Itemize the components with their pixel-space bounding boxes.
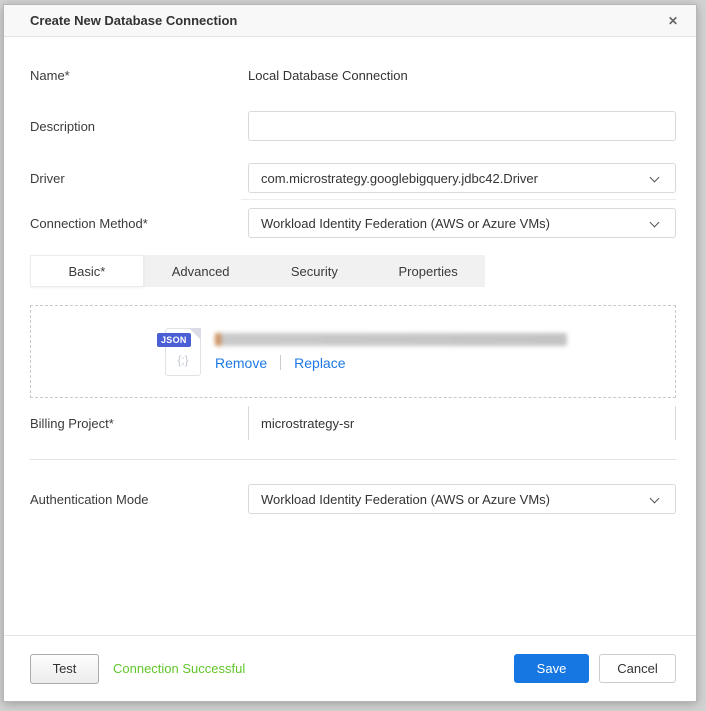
tab-basic[interactable]: Basic* [30, 255, 144, 287]
file-dropzone[interactable]: JSON {;} Remove Replace [30, 305, 676, 398]
chevron-down-icon [650, 218, 660, 228]
tab-bar: Basic* Advanced Security Properties [30, 255, 485, 287]
name-row: Name* Local Database Connection [30, 65, 676, 85]
connection-status-text: Connection Successful [113, 661, 245, 676]
uploaded-file-info: Remove Replace [215, 333, 567, 371]
page-title: Create New Database Connection [30, 13, 237, 28]
save-button[interactable]: Save [514, 654, 589, 683]
remove-file-link[interactable]: Remove [215, 355, 267, 371]
description-label: Description [30, 119, 248, 134]
file-name-redacted [215, 333, 567, 346]
billing-project-input[interactable] [248, 406, 676, 440]
name-label: Name* [30, 68, 248, 83]
dialog-header: Create New Database Connection ✕ [4, 5, 696, 37]
driver-select-value: com.microstrategy.googlebigquery.jdbc42.… [261, 171, 538, 186]
name-value: Local Database Connection [248, 68, 408, 83]
description-row: Description [30, 111, 676, 141]
connection-method-select[interactable]: Workload Identity Federation (AWS or Azu… [248, 208, 676, 238]
authentication-mode-select-value: Workload Identity Federation (AWS or Azu… [261, 492, 550, 507]
authentication-mode-row: Authentication Mode Workload Identity Fe… [30, 484, 676, 514]
dialog-body: Name* Local Database Connection Descript… [4, 65, 696, 514]
page-fold-icon [189, 328, 201, 340]
cancel-button[interactable]: Cancel [599, 654, 676, 683]
authentication-mode-select[interactable]: Workload Identity Federation (AWS or Azu… [248, 484, 676, 514]
connection-method-label: Connection Method* [30, 216, 248, 231]
close-icon[interactable]: ✕ [664, 13, 682, 29]
link-separator [280, 355, 281, 370]
billing-project-row: Billing Project* [30, 406, 676, 440]
section-divider [30, 459, 676, 460]
chevron-down-icon [650, 494, 660, 504]
json-badge: JSON [157, 333, 191, 347]
replace-file-link[interactable]: Replace [294, 355, 345, 371]
dialog-footer: Test Connection Successful Save Cancel [4, 635, 696, 701]
connection-method-select-value: Workload Identity Federation (AWS or Azu… [261, 216, 550, 231]
driver-row: Driver com.microstrategy.googlebigquery.… [30, 163, 676, 193]
page-background: Create New Database Connection ✕ Name* L… [0, 0, 706, 711]
tab-security[interactable]: Security [258, 255, 372, 287]
driver-select[interactable]: com.microstrategy.googlebigquery.jdbc42.… [248, 163, 676, 193]
file-actions: Remove Replace [215, 355, 567, 371]
braces-icon: {;} [166, 353, 200, 367]
footer-actions: Save Cancel [514, 654, 676, 683]
chevron-down-icon [650, 173, 660, 183]
connection-method-row: Connection Method* Workload Identity Fed… [30, 208, 676, 238]
create-database-connection-dialog: Create New Database Connection ✕ Name* L… [3, 4, 697, 702]
test-button[interactable]: Test [30, 654, 99, 684]
tab-properties[interactable]: Properties [371, 255, 485, 287]
billing-project-label: Billing Project* [30, 416, 248, 431]
authentication-mode-label: Authentication Mode [30, 492, 248, 507]
driver-section-divider [241, 199, 676, 200]
driver-label: Driver [30, 171, 248, 186]
json-file-icon: JSON {;} [165, 328, 201, 376]
tab-advanced[interactable]: Advanced [144, 255, 258, 287]
description-input[interactable] [248, 111, 676, 141]
